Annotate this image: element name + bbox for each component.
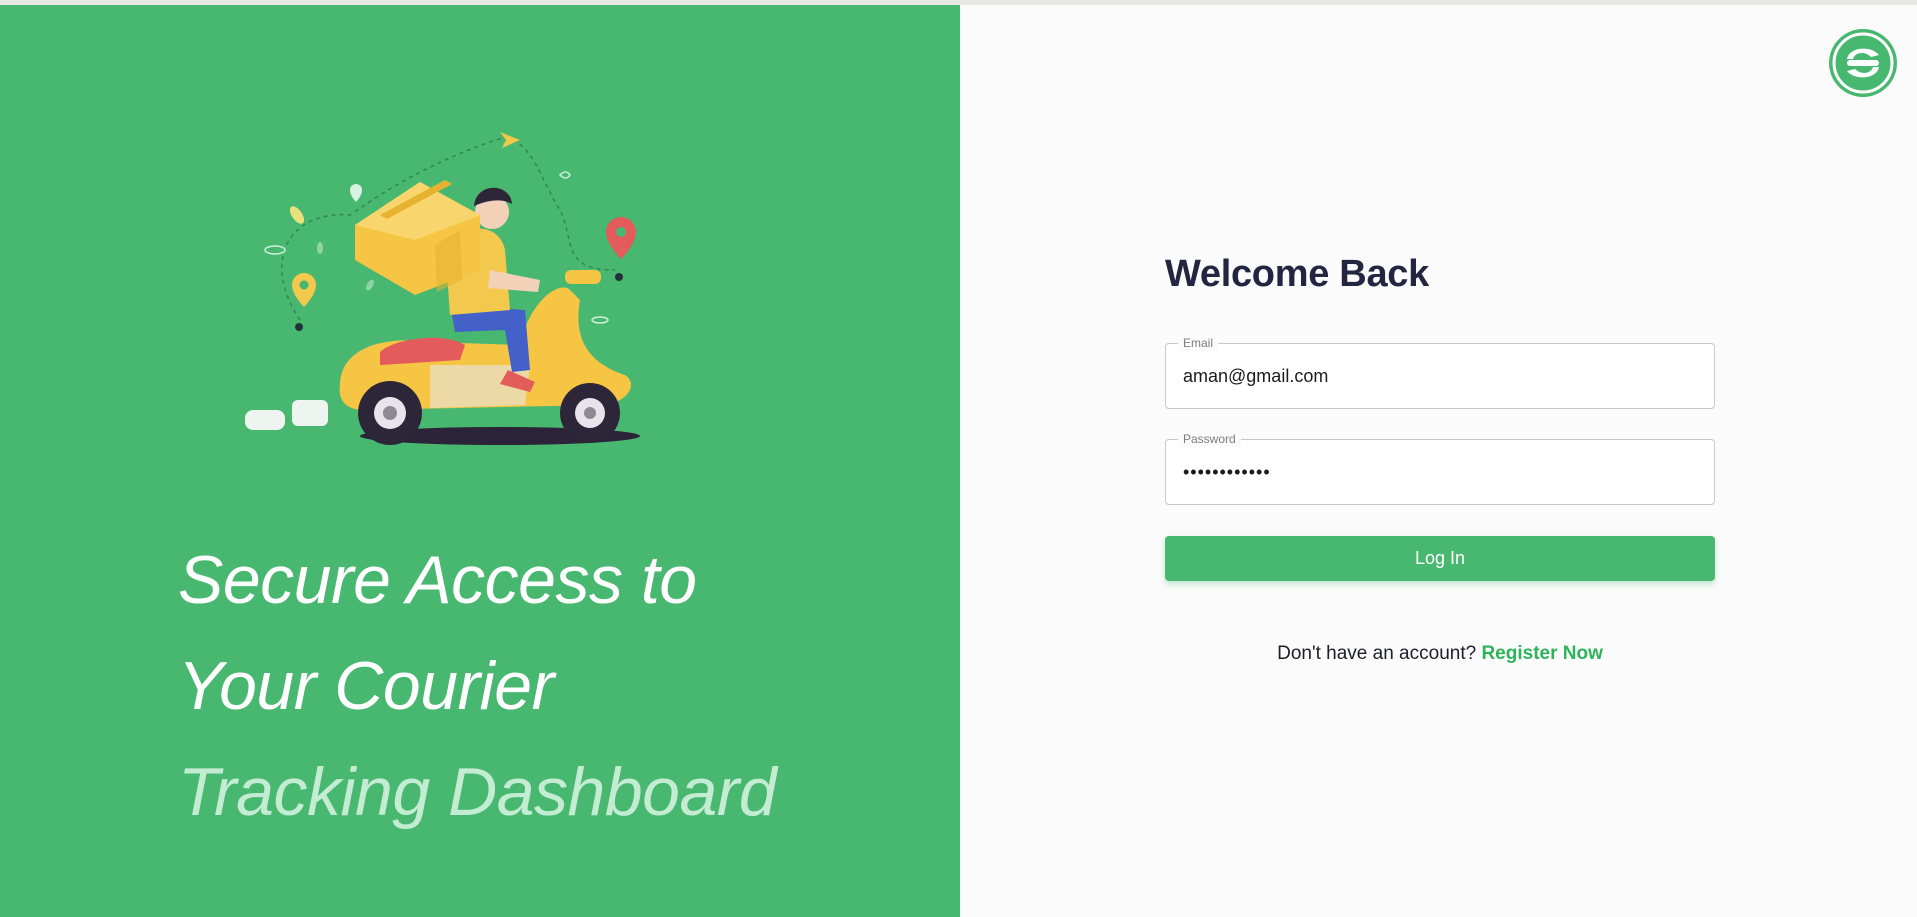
login-form: Welcome Back Email Password Log In Don't… — [1165, 248, 1715, 665]
courier-scooter-illustration — [245, 132, 640, 445]
tagline-line-1: Secure Access to — [178, 542, 697, 618]
brand-logo-icon[interactable] — [1827, 27, 1899, 99]
hero-panel: Secure Access to Your Courier Tracking D… — [0, 5, 960, 917]
email-field[interactable]: Email — [1165, 335, 1715, 409]
password-input[interactable] — [1166, 440, 1714, 504]
hero-tagline: Secure Access to Your Courier Tracking D… — [178, 527, 918, 845]
register-row: Don't have an account? Register Now — [1165, 643, 1715, 665]
register-link[interactable]: Register Now — [1481, 643, 1602, 664]
register-prompt: Don't have an account? — [1277, 643, 1477, 664]
password-field[interactable]: Password — [1165, 431, 1715, 505]
tagline-line-3: Tracking Dashboard — [178, 754, 777, 830]
form-title: Welcome Back — [1165, 253, 1429, 295]
login-button[interactable]: Log In — [1165, 536, 1715, 581]
email-input[interactable] — [1166, 344, 1714, 408]
tagline-line-2: Your Courier — [178, 648, 554, 724]
